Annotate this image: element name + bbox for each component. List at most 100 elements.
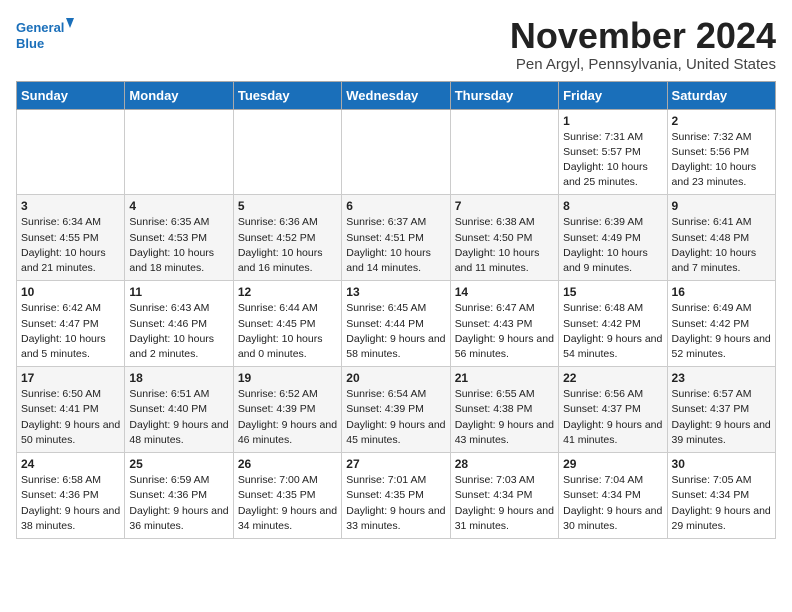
day-info: Sunrise: 7:31 AM Sunset: 5:57 PM Dayligh… <box>563 130 662 191</box>
day-info: Sunrise: 6:37 AM Sunset: 4:51 PM Dayligh… <box>346 215 445 276</box>
calendar-cell-w5-d3: 26 Sunrise: 7:00 AM Sunset: 4:35 PM Dayli… <box>233 453 341 539</box>
calendar-cell-w5-d2: 25Sunrise: 6:59 AM Sunset: 4:36 PM Dayli… <box>125 453 233 539</box>
day-number: 29 <box>563 457 662 471</box>
svg-text:General: General <box>16 20 64 35</box>
header-monday: Monday <box>125 81 233 109</box>
day-number: 12 <box>238 285 337 299</box>
subtitle: Pen Argyl, Pennsylvania, United States <box>510 56 776 73</box>
day-info: Sunrise: 6:51 AM Sunset: 4:40 PM Dayligh… <box>129 387 228 448</box>
day-info: Sunrise: 7:03 AM Sunset: 4:34 PM Dayligh… <box>455 473 554 534</box>
calendar-cell-w1-d3 <box>233 109 341 195</box>
day-number: 24 <box>21 457 120 471</box>
day-number: 21 <box>455 371 554 385</box>
day-info: Sunrise: 7:01 AM Sunset: 4:35 PM Dayligh… <box>346 473 445 534</box>
calendar-cell-w1-d5 <box>450 109 558 195</box>
day-info: Sunrise: 7:05 AM Sunset: 4:34 PM Dayligh… <box>672 473 771 534</box>
day-info: Sunrise: 6:43 AM Sunset: 4:46 PM Dayligh… <box>129 301 228 362</box>
calendar-cell-w2-d4: 6Sunrise: 6:37 AM Sunset: 4:51 PM Daylig… <box>342 195 450 281</box>
day-info: Sunrise: 6:45 AM Sunset: 4:44 PM Dayligh… <box>346 301 445 362</box>
title-block: November 2024 Pen Argyl, Pennsylvania, U… <box>510 16 776 73</box>
day-number: 22 <box>563 371 662 385</box>
day-number: 20 <box>346 371 445 385</box>
day-info: Sunrise: 7:00 AM Sunset: 4:35 PM Dayligh… <box>238 473 337 534</box>
calendar-cell-w3-d1: 10 Sunrise: 6:42 AM Sunset: 4:47 PM Dayli… <box>17 281 125 367</box>
calendar-cell-w1-d2 <box>125 109 233 195</box>
day-info: Sunrise: 6:47 AM Sunset: 4:43 PM Dayligh… <box>455 301 554 362</box>
calendar-cell-w4-d3: 19 Sunrise: 6:52 AM Sunset: 4:39 PM Dayli… <box>233 367 341 453</box>
day-number: 15 <box>563 285 662 299</box>
day-number: 17 <box>21 371 120 385</box>
calendar-table: SundayMondayTuesdayWednesdayThursdayFrid… <box>16 81 776 539</box>
week-row-3: 10 Sunrise: 6:42 AM Sunset: 4:47 PM Dayli… <box>17 281 776 367</box>
header-wednesday: Wednesday <box>342 81 450 109</box>
header-tuesday: Tuesday <box>233 81 341 109</box>
day-number: 1 <box>563 114 662 128</box>
day-info: Sunrise: 7:04 AM Sunset: 4:34 PM Dayligh… <box>563 473 662 534</box>
calendar-cell-w2-d6: 8Sunrise: 6:39 AM Sunset: 4:49 PM Daylig… <box>559 195 667 281</box>
day-info: Sunrise: 6:34 AM Sunset: 4:55 PM Dayligh… <box>21 215 120 276</box>
logo-icon: General Blue <box>16 16 76 60</box>
day-info: Sunrise: 6:55 AM Sunset: 4:38 PM Dayligh… <box>455 387 554 448</box>
day-info: Sunrise: 6:42 AM Sunset: 4:47 PM Dayligh… <box>21 301 120 362</box>
calendar-cell-w3-d3: 12 Sunrise: 6:44 AM Sunset: 4:45 PM Dayli… <box>233 281 341 367</box>
calendar-cell-w2-d7: 9Sunrise: 6:41 AM Sunset: 4:48 PM Daylig… <box>667 195 775 281</box>
day-info: Sunrise: 6:35 AM Sunset: 4:53 PM Dayligh… <box>129 215 228 276</box>
calendar-cell-w5-d7: 30 Sunrise: 7:05 AM Sunset: 4:34 PM Dayli… <box>667 453 775 539</box>
calendar-cell-w2-d1: 3 Sunrise: 6:34 AM Sunset: 4:55 PM Daylig… <box>17 195 125 281</box>
calendar-cell-w4-d1: 17 Sunrise: 6:50 AM Sunset: 4:41 PM Dayli… <box>17 367 125 453</box>
day-info: Sunrise: 6:54 AM Sunset: 4:39 PM Dayligh… <box>346 387 445 448</box>
header: General Blue November 2024 Pen Argyl, Pe… <box>16 16 776 73</box>
day-number: 14 <box>455 285 554 299</box>
day-number: 10 <box>21 285 120 299</box>
calendar-cell-w3-d4: 13 Sunrise: 6:45 AM Sunset: 4:44 PM Dayli… <box>342 281 450 367</box>
calendar-cell-w5-d6: 29 Sunrise: 7:04 AM Sunset: 4:34 PM Dayli… <box>559 453 667 539</box>
day-info: Sunrise: 6:56 AM Sunset: 4:37 PM Dayligh… <box>563 387 662 448</box>
calendar-cell-w1-d4 <box>342 109 450 195</box>
calendar-cell-w3-d7: 16Sunrise: 6:49 AM Sunset: 4:42 PM Dayli… <box>667 281 775 367</box>
calendar-cell-w3-d6: 15 Sunrise: 6:48 AM Sunset: 4:42 PM Dayli… <box>559 281 667 367</box>
day-number: 19 <box>238 371 337 385</box>
day-info: Sunrise: 6:57 AM Sunset: 4:37 PM Dayligh… <box>672 387 771 448</box>
day-info: Sunrise: 6:50 AM Sunset: 4:41 PM Dayligh… <box>21 387 120 448</box>
day-info: Sunrise: 7:32 AM Sunset: 5:56 PM Dayligh… <box>672 130 771 191</box>
day-number: 2 <box>672 114 771 128</box>
calendar-cell-w2-d2: 4 Sunrise: 6:35 AM Sunset: 4:53 PM Daylig… <box>125 195 233 281</box>
day-number: 8 <box>563 199 662 213</box>
calendar-cell-w3-d2: 11 Sunrise: 6:43 AM Sunset: 4:46 PM Dayli… <box>125 281 233 367</box>
calendar-cell-w2-d5: 7 Sunrise: 6:38 AM Sunset: 4:50 PM Daylig… <box>450 195 558 281</box>
day-number: 7 <box>455 199 554 213</box>
day-number: 26 <box>238 457 337 471</box>
day-info: Sunrise: 6:58 AM Sunset: 4:36 PM Dayligh… <box>21 473 120 534</box>
day-number: 23 <box>672 371 771 385</box>
day-number: 18 <box>129 371 228 385</box>
day-number: 13 <box>346 285 445 299</box>
header-thursday: Thursday <box>450 81 558 109</box>
day-number: 11 <box>129 285 228 299</box>
calendar-cell-w1-d7: 2 Sunrise: 7:32 AM Sunset: 5:56 PM Daylig… <box>667 109 775 195</box>
week-row-4: 17 Sunrise: 6:50 AM Sunset: 4:41 PM Dayli… <box>17 367 776 453</box>
calendar-cell-w4-d5: 21 Sunrise: 6:55 AM Sunset: 4:38 PM Dayli… <box>450 367 558 453</box>
day-info: Sunrise: 6:44 AM Sunset: 4:45 PM Dayligh… <box>238 301 337 362</box>
day-number: 4 <box>129 199 228 213</box>
week-row-1: 1 Sunrise: 7:31 AM Sunset: 5:57 PM Daylig… <box>17 109 776 195</box>
calendar-cell-w4-d7: 23 Sunrise: 6:57 AM Sunset: 4:37 PM Dayli… <box>667 367 775 453</box>
calendar-header-row: SundayMondayTuesdayWednesdayThursdayFrid… <box>17 81 776 109</box>
day-info: Sunrise: 6:38 AM Sunset: 4:50 PM Dayligh… <box>455 215 554 276</box>
calendar-cell-w2-d3: 5Sunrise: 6:36 AM Sunset: 4:52 PM Daylig… <box>233 195 341 281</box>
day-number: 3 <box>21 199 120 213</box>
week-row-5: 24 Sunrise: 6:58 AM Sunset: 4:36 PM Dayli… <box>17 453 776 539</box>
calendar-cell-w1-d1 <box>17 109 125 195</box>
day-number: 30 <box>672 457 771 471</box>
day-info: Sunrise: 6:52 AM Sunset: 4:39 PM Dayligh… <box>238 387 337 448</box>
header-friday: Friday <box>559 81 667 109</box>
day-number: 9 <box>672 199 771 213</box>
calendar-cell-w5-d4: 27Sunrise: 7:01 AM Sunset: 4:35 PM Dayli… <box>342 453 450 539</box>
svg-text:Blue: Blue <box>16 36 44 51</box>
day-info: Sunrise: 6:59 AM Sunset: 4:36 PM Dayligh… <box>129 473 228 534</box>
calendar-cell-w3-d5: 14 Sunrise: 6:47 AM Sunset: 4:43 PM Dayli… <box>450 281 558 367</box>
logo: General Blue <box>16 16 76 60</box>
day-info: Sunrise: 6:49 AM Sunset: 4:42 PM Dayligh… <box>672 301 771 362</box>
day-info: Sunrise: 6:48 AM Sunset: 4:42 PM Dayligh… <box>563 301 662 362</box>
calendar-cell-w4-d6: 22 Sunrise: 6:56 AM Sunset: 4:37 PM Dayli… <box>559 367 667 453</box>
header-saturday: Saturday <box>667 81 775 109</box>
